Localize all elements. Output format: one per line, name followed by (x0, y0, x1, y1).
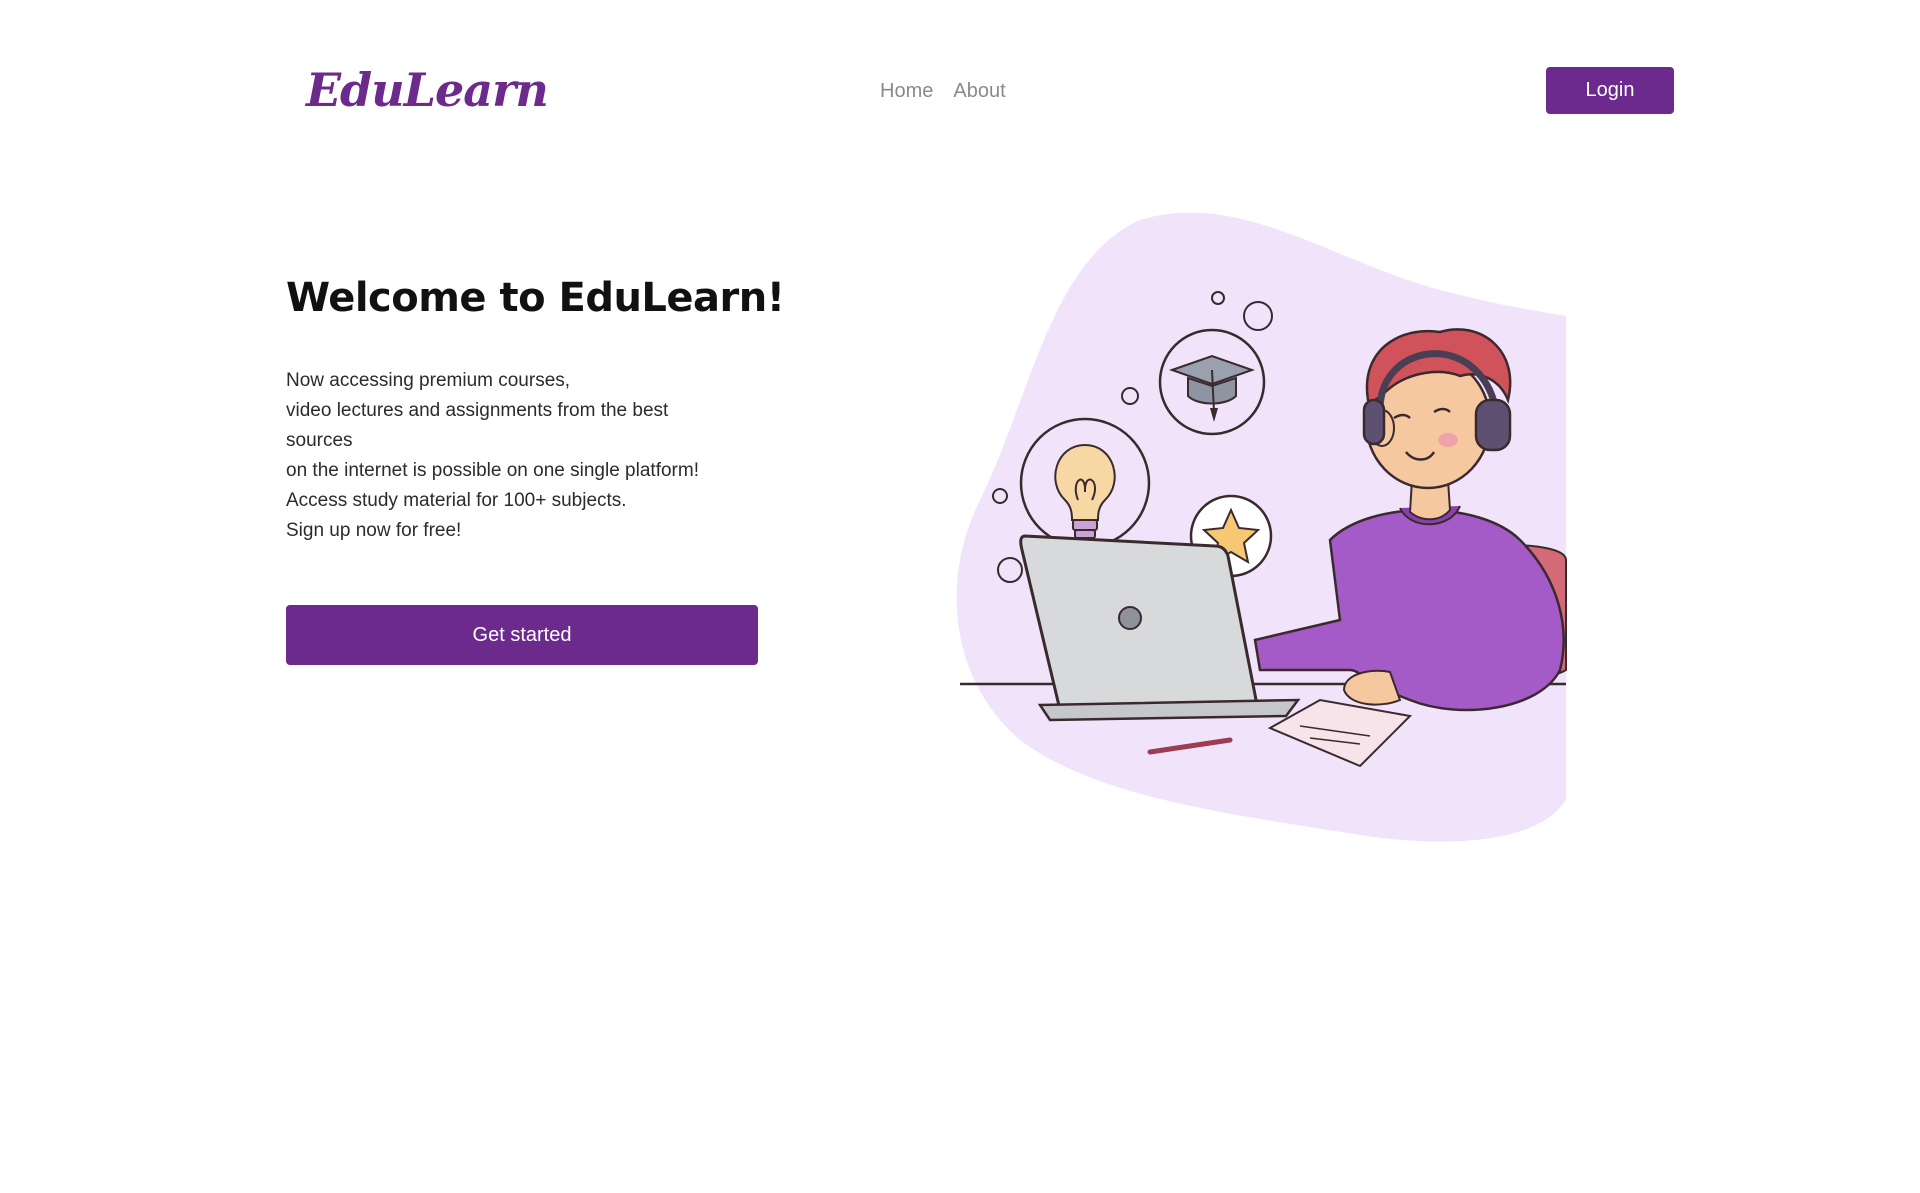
hero-description-line: Sign up now for free! (286, 520, 462, 541)
hero-description-line: Access study material for 100+ subjects. (286, 490, 627, 511)
lightbulb-icon (1019, 417, 1151, 549)
nav-link-home[interactable]: Home (880, 76, 933, 106)
login-button[interactable]: Login (1546, 67, 1674, 114)
hero-description-line: Now accessing premium courses, (286, 370, 571, 391)
landing-page: EduLearn Home About Login Welcome to Edu… (0, 0, 1920, 1193)
brand-logo[interactable]: EduLearn (306, 60, 549, 120)
nav-link-about[interactable]: About (953, 76, 1005, 106)
hero-description-line: video lectures and assignments from the … (286, 400, 669, 421)
hero-description: Now accessing premium courses, video lec… (286, 366, 786, 546)
hero-description-line: on the internet is possible on one singl… (286, 460, 699, 481)
nav-links: Home About (880, 76, 1006, 106)
graduation-cap-icon (1158, 328, 1266, 436)
hero-description-line: sources (286, 430, 353, 451)
navbar: EduLearn Home About Login (0, 0, 1920, 180)
hero-illustration (956, 212, 1567, 842)
get-started-button[interactable]: Get started (286, 605, 758, 665)
hero-section: Welcome to EduLearn! Now accessing premi… (286, 268, 786, 546)
hero-title: Welcome to EduLearn! (286, 275, 785, 321)
